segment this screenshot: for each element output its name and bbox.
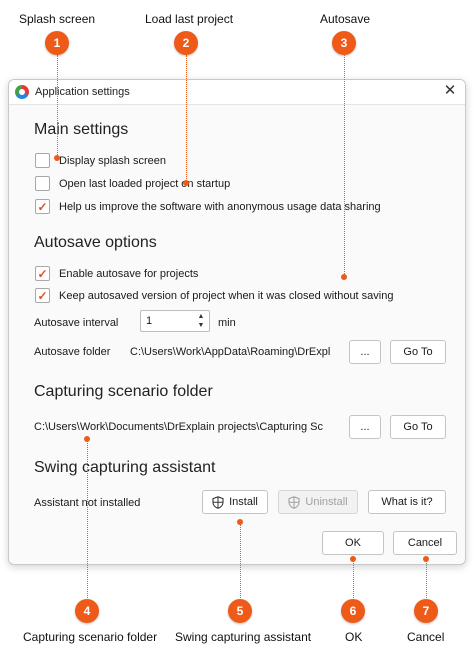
section-title-main-settings: Main settings <box>34 121 129 138</box>
callout-badge-5: 5 <box>228 599 252 623</box>
callout-3-anchor <box>341 274 347 280</box>
checkmark-icon: ✓ <box>37 266 48 281</box>
capturing-folder-goto-button[interactable]: Go To <box>390 415 446 439</box>
application-settings-dialog: Application settings ✕ Main settings Dis… <box>8 79 466 565</box>
shield-icon <box>212 495 224 509</box>
callout-label-load-last: Load last project <box>145 12 234 26</box>
open-last-project-label: Open last loaded project on startup <box>59 178 231 190</box>
enable-autosave-checkbox[interactable]: ✓ <box>35 266 50 281</box>
callout-badge-3: 3 <box>332 31 356 55</box>
callout-label-autosave: Autosave <box>320 12 371 26</box>
callout-label-capturing-folder: Capturing scenario folder <box>23 630 158 644</box>
autosave-folder-browse-button[interactable]: ... <box>349 340 381 364</box>
autosave-interval-unit: min <box>218 317 236 329</box>
callout-7-leader <box>426 560 427 598</box>
callout-badge-6: 6 <box>341 599 365 623</box>
callout-label-swing: Swing capturing assistant <box>175 630 312 644</box>
callout-label-splash: Splash screen <box>19 12 96 26</box>
autosave-interval-label: Autosave interval <box>34 317 119 329</box>
section-title-autosave: Autosave options <box>34 234 157 251</box>
callout-badge-2: 2 <box>174 31 198 55</box>
callout-7-anchor <box>423 556 429 562</box>
open-last-project-checkbox[interactable] <box>35 176 50 191</box>
callout-badge-7: 7 <box>414 599 438 623</box>
usage-sharing-checkbox[interactable]: ✓ <box>35 199 50 214</box>
spin-down-icon[interactable]: ▼ <box>196 322 206 330</box>
keep-autosaved-label: Keep autosaved version of project when i… <box>59 290 394 302</box>
app-logo-icon <box>15 85 29 99</box>
callout-1-anchor <box>54 155 60 161</box>
autosave-folder-label: Autosave folder <box>34 346 111 358</box>
callout-4-leader <box>87 440 88 598</box>
display-splash-label: Display splash screen <box>59 155 166 167</box>
callout-6-leader <box>353 560 354 598</box>
autosave-folder-goto-button[interactable]: Go To <box>390 340 446 364</box>
section-title-capturing-folder: Capturing scenario folder <box>34 383 213 400</box>
title-bar: Application settings ✕ <box>9 80 465 105</box>
autosave-interval-value: 1 <box>146 315 153 327</box>
uninstall-label: Uninstall <box>305 496 348 508</box>
callout-5-leader <box>240 523 241 598</box>
callout-label-ok: OK <box>345 630 363 644</box>
autosave-interval-stepper[interactable]: 1 ▲ ▼ <box>140 310 210 332</box>
callout-5-anchor <box>237 519 243 525</box>
install-button[interactable]: Install <box>202 490 268 514</box>
shield-icon <box>288 495 300 509</box>
what-is-it-button[interactable]: What is it? <box>368 490 446 514</box>
callout-1-leader <box>57 55 58 157</box>
cancel-button[interactable]: Cancel <box>393 531 457 555</box>
window-title: Application settings <box>35 86 130 98</box>
checkmark-icon: ✓ <box>37 288 48 303</box>
display-splash-checkbox[interactable] <box>35 153 50 168</box>
install-label: Install <box>229 496 258 508</box>
ok-button[interactable]: OK <box>322 531 384 555</box>
callout-badge-1: 1 <box>45 31 69 55</box>
callout-badge-4: 4 <box>75 599 99 623</box>
capturing-folder-browse-button[interactable]: ... <box>349 415 381 439</box>
callout-6-anchor <box>350 556 356 562</box>
usage-sharing-label: Help us improve the software with anonym… <box>59 201 381 213</box>
close-button[interactable]: ✕ <box>441 82 459 100</box>
checkmark-icon: ✓ <box>37 199 48 214</box>
spin-up-icon[interactable]: ▲ <box>196 313 206 321</box>
section-title-swing: Swing capturing assistant <box>34 459 216 476</box>
keep-autosaved-checkbox[interactable]: ✓ <box>35 288 50 303</box>
callout-label-cancel: Cancel <box>407 630 445 644</box>
uninstall-button[interactable]: Uninstall <box>278 490 358 514</box>
capturing-folder-path: C:\Users\Work\Documents\DrExplain projec… <box>34 421 323 433</box>
callout-4-anchor <box>84 436 90 442</box>
callout-3-leader <box>344 55 345 276</box>
autosave-folder-path: C:\Users\Work\AppData\Roaming\DrExpl <box>130 346 331 358</box>
callout-2-anchor <box>183 180 189 186</box>
enable-autosave-label: Enable autosave for projects <box>59 268 199 280</box>
callout-2-leader <box>186 55 187 183</box>
